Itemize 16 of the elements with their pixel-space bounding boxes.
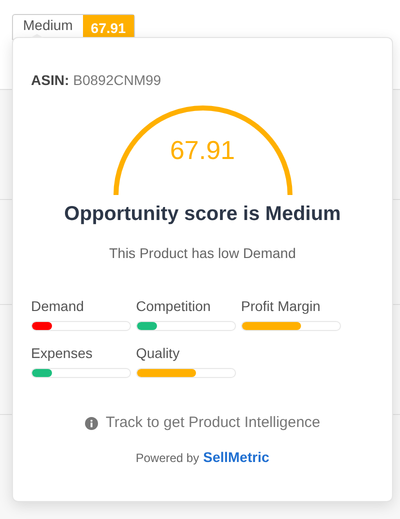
brand-link[interactable]: SellMetric xyxy=(203,446,270,468)
opportunity-score: 67.91 xyxy=(82,15,134,39)
metric-label: Competition xyxy=(136,297,212,316)
metric-label: Profit Margin xyxy=(241,297,322,316)
score-headline: Opportunity score is Medium xyxy=(63,202,342,227)
track-hint: Track to get Product Intelligence xyxy=(106,413,320,433)
asin-value: B0892CNM99 xyxy=(73,71,162,90)
metric-label: Expenses xyxy=(31,344,94,363)
demand-summary: This Product has low Demand xyxy=(108,244,297,263)
asin-label: ASIN: xyxy=(31,71,70,90)
gauge-score: 67.91 xyxy=(168,134,236,167)
opportunity-label: Medium xyxy=(22,18,74,32)
info-icon xyxy=(84,416,98,430)
metric-label: Quality xyxy=(136,344,181,363)
metric-label: Demand xyxy=(31,297,85,316)
powered-by-text: Powered by xyxy=(136,450,200,466)
